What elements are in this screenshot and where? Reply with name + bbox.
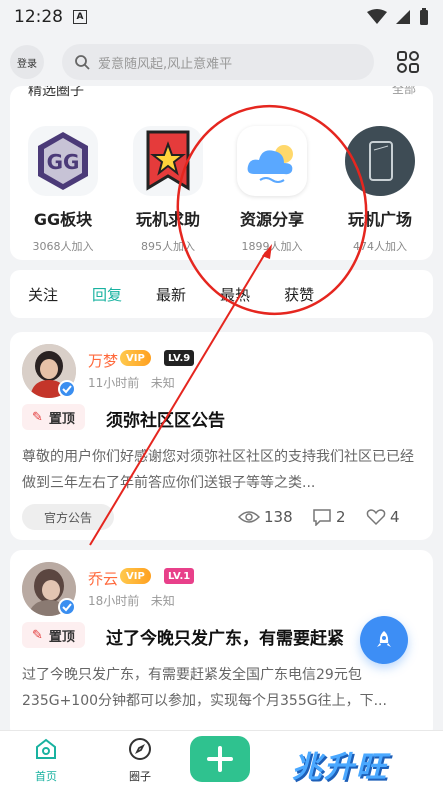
nav-home-label: 首页 xyxy=(35,770,57,783)
search-input[interactable]: 爱意随风起,风止意难平 xyxy=(62,44,374,80)
home-icon xyxy=(36,738,56,759)
status-time: 12:28 xyxy=(14,7,63,27)
vip-badge: VIP xyxy=(120,350,151,366)
verified-icon xyxy=(58,598,76,616)
signal-icon xyxy=(396,10,410,24)
tab-follow[interactable]: 关注 xyxy=(28,284,58,305)
circle-item-gg[interactable]: GG GG板块 3068人加入 xyxy=(13,126,113,254)
comment-icon xyxy=(313,509,331,526)
comments-stat[interactable]: 2 xyxy=(312,504,346,530)
post-username[interactable]: 乔云 xyxy=(88,568,118,589)
post-meta: 18小时前 未知 xyxy=(88,592,175,609)
likes-count: 4 xyxy=(390,508,400,526)
likes-stat[interactable]: 4 xyxy=(366,504,400,530)
plus-icon xyxy=(207,746,233,772)
circle-name: 玩机求助 xyxy=(135,210,200,229)
tab-liked[interactable]: 获赞 xyxy=(284,284,314,305)
search-icon xyxy=(75,55,90,70)
tab-reply[interactable]: 回复 xyxy=(92,284,122,305)
pin-icon: ✎ xyxy=(32,627,43,643)
cloud-icon xyxy=(237,126,307,196)
nav-circle-label: 圈子 xyxy=(129,770,151,783)
phone-icon xyxy=(345,126,415,196)
eye-icon xyxy=(238,511,260,523)
login-button[interactable]: 登录 xyxy=(10,45,44,79)
verified-icon xyxy=(58,380,76,398)
level-badge: LV.9 xyxy=(164,350,195,366)
svg-text:GG: GG xyxy=(47,150,80,174)
post-location: 未知 xyxy=(150,594,175,608)
circles-title: 精选圈子 xyxy=(28,86,84,99)
compass-icon xyxy=(129,738,151,760)
tab-latest[interactable]: 最新 xyxy=(156,284,186,305)
views-count: 138 xyxy=(264,508,293,526)
nav-circle[interactable]: 圈子 xyxy=(110,737,170,784)
gg-app-icon: GG xyxy=(28,126,98,196)
post-time: 18小时前 xyxy=(88,594,140,608)
post-excerpt[interactable]: 尊敬的用户你们好感谢您对须弥社区社区的支持我们社区已已经做到三年左右了年前答应你… xyxy=(22,444,420,496)
views-stat: 138 xyxy=(238,504,293,530)
pinned-badge: ✎ 置顶 xyxy=(22,622,85,648)
battery-icon xyxy=(420,8,428,25)
post-tag[interactable]: 官方公告 xyxy=(22,504,115,530)
create-post-button[interactable] xyxy=(190,736,250,782)
post-username[interactable]: 万梦 xyxy=(88,350,118,371)
rocket-icon xyxy=(377,631,391,647)
heart-icon xyxy=(366,509,386,526)
circle-item-help[interactable]: 玩机求助 895人加入 xyxy=(118,126,218,254)
level-badge: LV.1 xyxy=(164,568,195,584)
nav-home[interactable]: 首页 xyxy=(16,737,76,784)
circle-item-square[interactable]: 玩机广场 474人加入 xyxy=(330,126,430,254)
circle-count: 895人加入 xyxy=(141,240,195,253)
post-card[interactable]: 万梦 VIP LV.9 11小时前 未知 ✎ 置顶 须弥社区区公告 尊敬的用户你… xyxy=(10,332,433,540)
rocket-button[interactable] xyxy=(360,616,408,664)
pinned-badge: ✎ 置顶 xyxy=(22,404,85,430)
post-excerpt[interactable]: 过了今晚只发广东，有需要赶紧发全国广东电信29元包235G+100分钟都可以参加… xyxy=(22,662,420,714)
tab-hot[interactable]: 最热 xyxy=(220,284,250,305)
circles-header: 精选圈子 全部 xyxy=(28,86,416,102)
circle-name: 资源分享 xyxy=(239,210,304,229)
pin-icon: ✎ xyxy=(32,409,43,425)
wifi-icon xyxy=(367,9,387,24)
status-icons xyxy=(367,8,429,26)
post-time: 11小时前 xyxy=(88,376,140,390)
post-location: 未知 xyxy=(150,376,175,390)
post-title[interactable]: 过了今晚只发广东，有需要赶紧 xyxy=(106,624,344,649)
top-bar: 登录 爱意随风起,风止意难平 xyxy=(0,34,443,90)
comments-count: 2 xyxy=(336,508,346,526)
watermark-logo: 兆升旺 xyxy=(292,750,388,785)
pin-label: 置顶 xyxy=(48,411,75,427)
post-meta: 11小时前 未知 xyxy=(88,374,175,391)
pin-label: 置顶 xyxy=(48,629,75,645)
circle-item-resources[interactable]: 资源分享 1899人加入 xyxy=(222,126,322,254)
circle-name: GG板块 xyxy=(33,210,93,229)
circles-more-link[interactable]: 全部 xyxy=(392,86,416,97)
notification-badge: A xyxy=(73,10,87,24)
feed-tabs: 关注 回复 最新 最热 获赞 xyxy=(10,270,433,318)
circle-count: 1899人加入 xyxy=(241,240,303,253)
post-title[interactable]: 须弥社区区公告 xyxy=(106,406,225,431)
featured-circles-card: 精选圈子 全部 GG GG板块 3068人加入 玩机求助 895人加入 资源分享… xyxy=(10,86,433,260)
circle-name: 玩机广场 xyxy=(347,210,412,229)
apps-grid-icon[interactable] xyxy=(396,50,420,74)
search-placeholder: 爱意随风起,风止意难平 xyxy=(98,56,233,72)
vip-badge: VIP xyxy=(120,568,151,584)
star-bookmark-icon xyxy=(133,126,203,196)
circle-count: 474人加入 xyxy=(353,240,407,253)
circle-count: 3068人加入 xyxy=(32,240,94,253)
status-bar: 12:28 A xyxy=(0,0,443,34)
